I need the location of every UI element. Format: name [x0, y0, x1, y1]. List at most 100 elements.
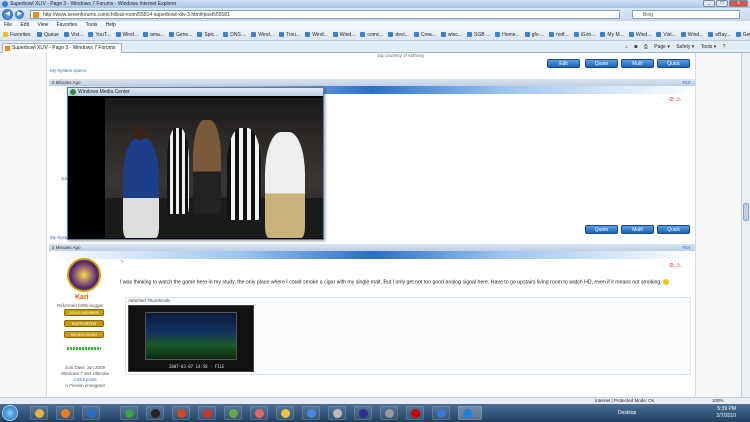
menu-tools[interactable]: Tools	[86, 22, 98, 28]
multi-quote-button[interactable]: Multi	[621, 225, 654, 234]
home-icon[interactable]: ⌂	[625, 44, 628, 50]
app-taskbar-icon[interactable]	[224, 406, 242, 420]
forward-button[interactable]: ▶	[15, 10, 24, 19]
safety-menu[interactable]: Safety ▾	[676, 44, 694, 50]
menu-favorites[interactable]: Favorites	[57, 22, 78, 28]
favorite-link[interactable]: Home...	[495, 30, 520, 40]
favorite-link[interactable]: Gene...	[168, 30, 192, 40]
app-taskbar-icon[interactable]	[172, 406, 190, 420]
live-tv-video[interactable]	[105, 98, 323, 238]
favorite-label: My M...	[607, 32, 624, 38]
favorite-link[interactable]: Wind...	[628, 30, 651, 40]
page-scrollbar[interactable]	[741, 53, 750, 404]
attachment-thumbnail[interactable]: 2007-03-07 14:58 · FILE	[128, 305, 254, 372]
media-center-window[interactable]: Windows Media Center	[67, 87, 324, 240]
user-location: A Finnish immigrant	[65, 383, 105, 388]
help-icon[interactable]: ?	[723, 44, 726, 50]
app-taskbar-icon[interactable]	[250, 406, 268, 420]
system-specs-link[interactable]: My Syste	[50, 235, 69, 240]
favorite-link[interactable]: SGB ...	[467, 30, 490, 40]
outlook-taskbar-icon[interactable]	[82, 406, 100, 420]
scrollbar-thumb[interactable]	[743, 203, 749, 221]
favorite-favicon	[63, 32, 69, 38]
menu-edit[interactable]: Edit	[20, 22, 29, 28]
post-number[interactable]: #24	[682, 244, 690, 251]
favorite-link[interactable]: winc...	[440, 30, 462, 40]
user-title: Reformed n00b-hugger	[57, 303, 104, 308]
post-header: 2 Minutes Ago #24	[49, 244, 695, 251]
minimize-button[interactable]: _	[703, 0, 715, 7]
edit-button[interactable]: Edit	[547, 59, 580, 68]
favorite-favicon	[251, 32, 257, 38]
post-header: 6 Minutes Ago #23	[49, 79, 695, 86]
start-button[interactable]	[2, 405, 18, 421]
quote-button[interactable]: Quote	[585, 59, 618, 68]
report-icons[interactable]: ⊘ ⚠	[669, 96, 681, 103]
username[interactable]: Kari	[75, 294, 89, 301]
app-taskbar-icon[interactable]	[198, 406, 216, 420]
app-taskbar-icon[interactable]	[354, 406, 372, 420]
feeds-icon[interactable]: ◙	[634, 44, 637, 50]
multi-quote-button[interactable]: Multi	[621, 59, 654, 68]
menu-view[interactable]: View	[37, 22, 48, 28]
favorite-link[interactable]: Wind...	[251, 30, 274, 40]
app-taskbar-icon[interactable]	[146, 406, 164, 420]
favorite-link[interactable]: devi...	[388, 30, 409, 40]
favorite-link[interactable]: Get ...	[735, 30, 750, 40]
app-taskbar-icon[interactable]	[406, 406, 424, 420]
page-menu[interactable]: Page ▾	[654, 44, 670, 50]
favorite-link[interactable]: iGoo...	[573, 30, 595, 40]
taskbar: Desktop 5:39 PM 2/7/2010	[0, 404, 750, 422]
quote-button[interactable]: Quote	[585, 225, 618, 234]
favorite-link[interactable]: Vist...	[656, 30, 676, 40]
favorite-link[interactable]: ama...	[143, 30, 164, 40]
app-taskbar-icon[interactable]	[302, 406, 320, 420]
close-button[interactable]: x	[729, 0, 748, 7]
favorite-link[interactable]: eBay...	[708, 30, 731, 40]
favorite-link[interactable]: Wind...	[115, 30, 138, 40]
quick-reply-button[interactable]: Quick	[657, 225, 690, 234]
explorer-taskbar-icon[interactable]	[30, 406, 48, 420]
favorite-link[interactable]: Queue	[36, 30, 59, 40]
app-taskbar-icon[interactable]	[380, 406, 398, 420]
favorite-link[interactable]: Vist...	[63, 30, 83, 40]
search-input[interactable]: Bing	[632, 10, 740, 19]
favorite-link[interactable]: comc...	[360, 30, 383, 40]
favorite-link[interactable]: netf...	[549, 30, 569, 40]
post-number[interactable]: #23	[682, 79, 690, 86]
favorite-link[interactable]: Wind...	[680, 30, 703, 40]
favorite-favicon	[197, 32, 203, 38]
favorite-link[interactable]: Spic...	[197, 30, 218, 40]
menu-help[interactable]: Help	[106, 22, 116, 28]
app-taskbar-icon[interactable]	[328, 406, 346, 420]
quick-reply-button[interactable]: Quick	[657, 59, 690, 68]
favorite-link[interactable]: Wind...	[305, 30, 328, 40]
menu-file[interactable]: File	[4, 22, 12, 28]
tools-menu[interactable]: Tools ▾	[701, 44, 717, 50]
favorite-link[interactable]: gfx-...	[524, 30, 544, 40]
ie-taskbar-icon[interactable]	[458, 406, 482, 420]
system-specs-link[interactable]: My System Specs	[50, 68, 86, 73]
favorite-link[interactable]: YouT...	[88, 30, 111, 40]
report-icons[interactable]: ⊘ ⚠	[669, 262, 681, 269]
honorary-captain	[193, 120, 221, 214]
favorite-link[interactable]: Trou...	[278, 30, 300, 40]
browser-tab[interactable]: Superbowl XLIV - Page 3 - Windows 7 Foru…	[2, 43, 122, 53]
favorite-link[interactable]: Wind...	[332, 30, 355, 40]
system-clock[interactable]: 5:39 PM 2/7/2010	[717, 406, 736, 420]
user-avatar[interactable]	[67, 258, 101, 292]
media-center-taskbar-icon[interactable]	[120, 406, 138, 420]
media-player-taskbar-icon[interactable]	[56, 406, 74, 420]
favorite-link[interactable]: Crea...	[413, 30, 436, 40]
back-button[interactable]: ◀	[2, 9, 13, 20]
app-taskbar-icon[interactable]	[276, 406, 294, 420]
print-icon[interactable]: ⎙	[644, 44, 648, 50]
app-taskbar-icon[interactable]	[432, 406, 450, 420]
favorite-link[interactable]: DNS ...	[223, 30, 246, 40]
favorites-button[interactable]: Favorites	[3, 30, 31, 40]
address-input[interactable]: http://www.sevenforums.com/chillout-room…	[30, 10, 620, 19]
favorite-link[interactable]: My M...	[600, 30, 624, 40]
media-center-titlebar[interactable]: Windows Media Center	[68, 88, 323, 96]
desktop-toolbar[interactable]: Desktop	[618, 410, 636, 416]
maximize-button[interactable]: □	[716, 0, 728, 7]
